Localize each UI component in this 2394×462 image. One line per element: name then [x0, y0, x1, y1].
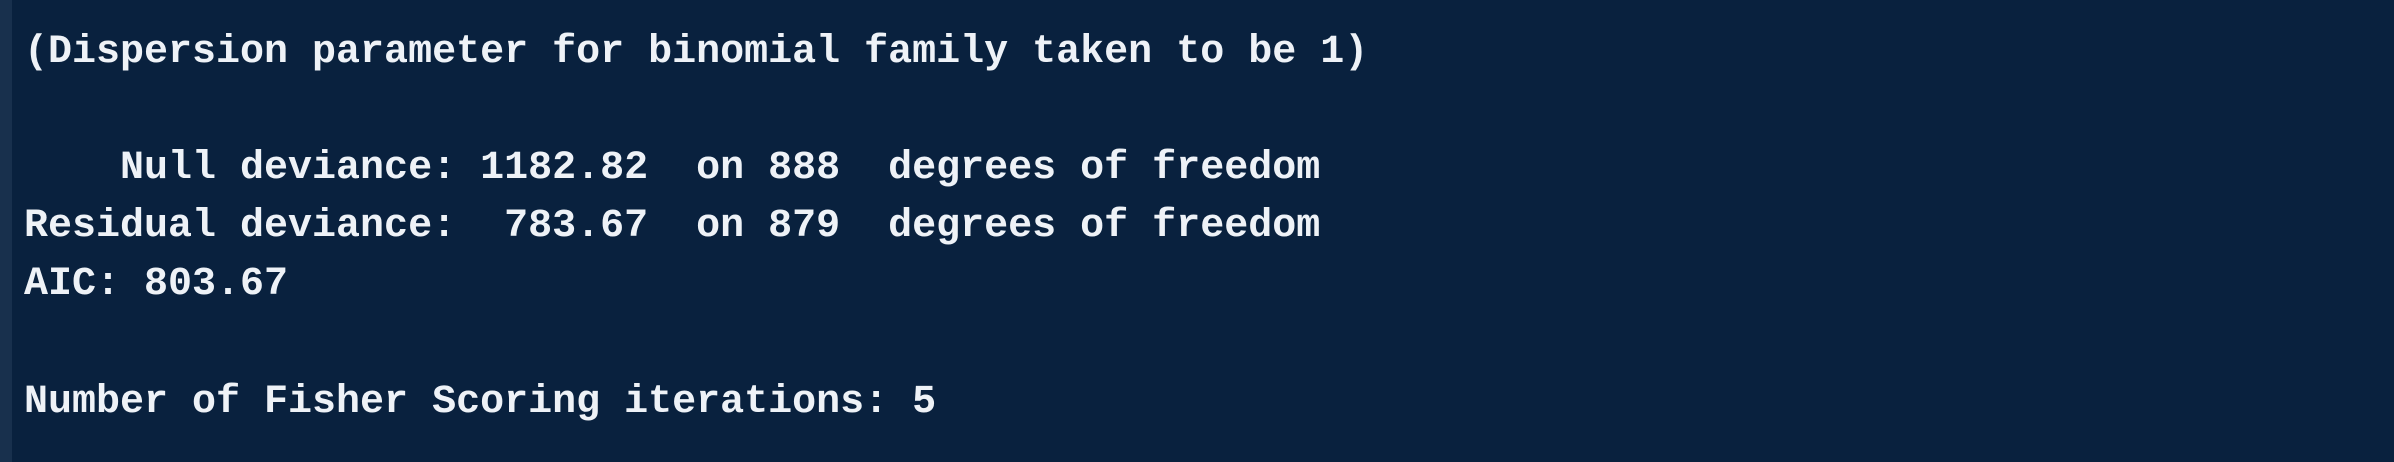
fisher-scoring-line: Number of Fisher Scoring iterations: 5 [24, 380, 937, 425]
r-console-output: (Dispersion parameter for binomial famil… [0, 0, 2394, 462]
null-deviance-line: Null deviance: 1182.82 on 888 degrees of… [24, 146, 1321, 191]
residual-deviance-line: Residual deviance: 783.67 on 879 degrees… [24, 204, 1321, 249]
aic-line: AIC: 803.67 [24, 262, 289, 307]
dispersion-line: (Dispersion parameter for binomial famil… [24, 30, 1369, 75]
